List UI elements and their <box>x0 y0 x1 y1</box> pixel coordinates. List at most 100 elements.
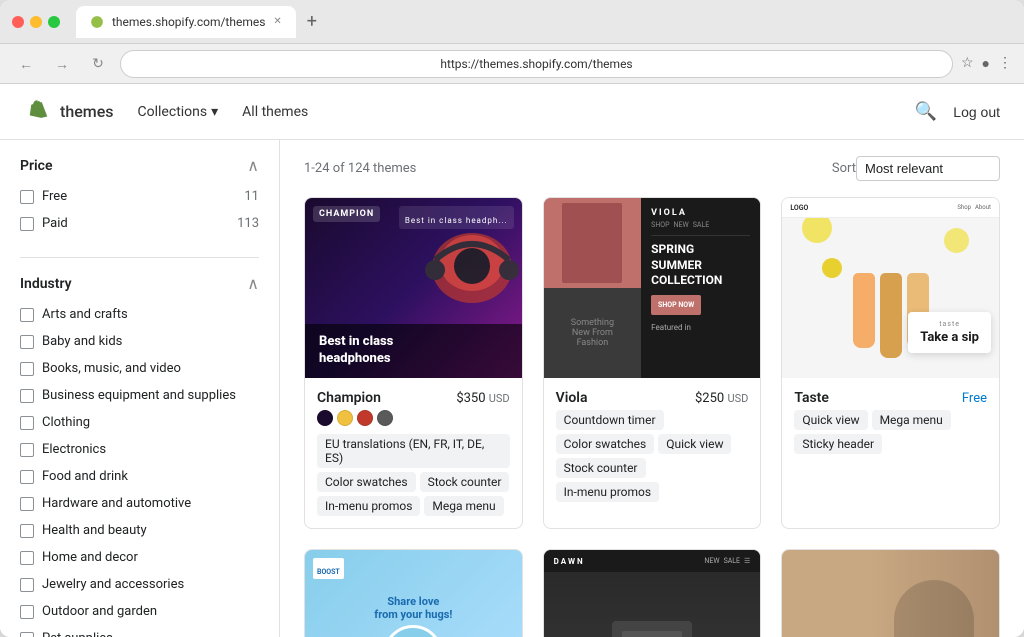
theme-card-boost[interactable]: Share lovefrom your hugs! 🤗 boost 🔍 <box>304 549 523 637</box>
theme-info-taste: Taste Free Quick view Mega menu Sticky h… <box>782 378 999 466</box>
industry-checkbox-12[interactable] <box>20 632 34 637</box>
industry-checkbox-2[interactable] <box>20 362 34 376</box>
industry-checkbox-1[interactable] <box>20 335 34 349</box>
browser-titlebar: themes.shopify.com/themes ✕ + <box>0 0 1024 44</box>
browser-actions: ☆ ● ⋮ <box>961 55 1012 72</box>
free-label: Free <box>42 189 67 204</box>
menu-icon[interactable]: ⋮ <box>998 55 1012 72</box>
tab-close-button[interactable]: ✕ <box>273 16 281 27</box>
industry-items-list: Arts and crafts Baby and kids Books, mus… <box>20 305 259 637</box>
theme-name-taste: Taste <box>794 390 829 406</box>
industry-checkbox-0[interactable] <box>20 308 34 322</box>
industry-checkbox-8[interactable] <box>20 524 34 538</box>
industry-label-6: Food and drink <box>42 469 128 484</box>
color-swatch[interactable] <box>337 410 353 426</box>
theme-card-viola[interactable]: SomethingNew FromFashion VIOLA SHOP NEW <box>543 197 762 529</box>
industry-checkbox-10[interactable] <box>20 578 34 592</box>
industry-checkbox-9[interactable] <box>20 551 34 565</box>
tag: Sticky header <box>794 434 882 454</box>
price-filter-header[interactable]: Price ∧ <box>20 156 259 175</box>
industry-label-7: Hardware and automotive <box>42 496 191 511</box>
industry-label-3: Business equipment and supplies <box>42 388 236 403</box>
theme-name-viola: Viola <box>556 390 588 406</box>
active-tab[interactable]: themes.shopify.com/themes ✕ <box>76 6 296 38</box>
filter-item-industry: Pet supplies <box>20 629 259 637</box>
reload-button[interactable]: ↻ <box>84 50 112 78</box>
champion-hero-text: Best in classheadphones <box>319 334 508 368</box>
filter-item-paid: Paid 113 <box>20 214 259 233</box>
industry-checkbox-5[interactable] <box>20 443 34 457</box>
filter-item-industry: Electronics <box>20 440 259 459</box>
main-content: 1-24 of 124 themes Sort Most relevant Ne… <box>280 140 1024 637</box>
paid-checkbox[interactable] <box>20 217 34 231</box>
logo-text: themes <box>60 102 114 121</box>
back-button[interactable]: ← <box>12 50 40 78</box>
industry-filter-section: Industry ∧ Arts and crafts Baby and kids… <box>20 274 259 637</box>
free-checkbox[interactable] <box>20 190 34 204</box>
filter-item-industry: Business equipment and supplies <box>20 386 259 405</box>
shopify-logo-icon <box>24 98 52 126</box>
industry-checkbox-4[interactable] <box>20 416 34 430</box>
minimize-window-button[interactable] <box>30 16 42 28</box>
free-count: 11 <box>244 189 259 204</box>
tag: In-menu promos <box>556 482 659 502</box>
tab-favicon-icon <box>90 15 104 29</box>
color-swatch[interactable] <box>317 410 333 426</box>
industry-label-0: Arts and crafts <box>42 307 128 322</box>
industry-label-10: Jewelry and accessories <box>42 577 184 592</box>
price-filter-toggle-icon: ∧ <box>247 156 259 175</box>
sort-wrapper: Sort Most relevant Newest Price: Low to … <box>832 156 1000 181</box>
maximize-window-button[interactable] <box>48 16 60 28</box>
filter-item-free: Free 11 <box>20 187 259 206</box>
industry-label-5: Electronics <box>42 442 106 457</box>
industry-filter-toggle-icon: ∧ <box>247 274 259 293</box>
bookmark-icon[interactable]: ☆ <box>961 55 974 72</box>
addressbar-row: ← → ↻ https://themes.shopify.com/themes … <box>0 44 1024 84</box>
industry-checkbox-6[interactable] <box>20 470 34 484</box>
theme-grid: CHAMPION Best in <box>304 197 1000 637</box>
tag: Stock counter <box>420 472 510 492</box>
search-button[interactable]: 🔍 <box>915 101 937 122</box>
account-icon[interactable]: ● <box>982 55 990 72</box>
filter-item-industry: Food and drink <box>20 467 259 486</box>
industry-checkbox-11[interactable] <box>20 605 34 619</box>
industry-label-4: Clothing <box>42 415 90 430</box>
traffic-lights <box>12 16 60 28</box>
theme-card-taste[interactable]: taste Take a sip LOGO Shop About <box>781 197 1000 529</box>
color-swatch[interactable] <box>377 410 393 426</box>
close-window-button[interactable] <box>12 16 24 28</box>
filter-item-industry: Books, music, and video <box>20 359 259 378</box>
all-themes-nav-link[interactable]: All themes <box>242 104 308 120</box>
theme-tags-champion: EU translations (EN, FR, IT, DE, ES) Col… <box>317 434 510 516</box>
collections-nav-link[interactable]: Collections ▾ <box>138 104 219 120</box>
nav-links: Collections ▾ All themes <box>138 104 891 120</box>
app-container: themes Collections ▾ All themes 🔍 Log ou… <box>0 84 1024 637</box>
theme-tags-taste: Quick view Mega menu Sticky header <box>794 410 987 454</box>
theme-card-champion[interactable]: CHAMPION Best in <box>304 197 523 529</box>
industry-checkbox-3[interactable] <box>20 389 34 403</box>
theme-card-dawn[interactable]: DAWN NEW SALE ☰ <box>543 549 762 637</box>
industry-filter-header[interactable]: Industry ∧ <box>20 274 259 293</box>
logout-button[interactable]: Log out <box>953 104 1000 120</box>
theme-preview-dawn: DAWN NEW SALE ☰ <box>544 550 761 637</box>
forward-button[interactable]: → <box>48 50 76 78</box>
theme-card-villa[interactable]: Best-selling classics Villa <box>781 549 1000 637</box>
tag: Mega menu <box>424 496 503 516</box>
sort-dropdown[interactable]: Most relevant Newest Price: Low to High … <box>856 156 1000 181</box>
industry-checkbox-7[interactable] <box>20 497 34 511</box>
address-bar[interactable]: https://themes.shopify.com/themes <box>120 50 953 78</box>
nav-right: 🔍 Log out <box>915 101 1000 122</box>
industry-label-1: Baby and kids <box>42 334 122 349</box>
sort-label: Sort <box>832 161 856 176</box>
tab-label: themes.shopify.com/themes <box>112 15 265 29</box>
paid-count: 113 <box>237 216 259 231</box>
browser-window: themes.shopify.com/themes ✕ + ← → ↻ http… <box>0 0 1024 637</box>
theme-tags-viola: Countdown timer Color swatches Quick vie… <box>556 410 749 502</box>
new-tab-button[interactable]: + <box>300 10 324 34</box>
color-swatch[interactable] <box>357 410 373 426</box>
theme-preview-viola: SomethingNew FromFashion VIOLA SHOP NEW <box>544 198 761 378</box>
theme-price-taste: Free <box>962 391 987 406</box>
filter-item-industry: Hardware and automotive <box>20 494 259 513</box>
tag: EU translations (EN, FR, IT, DE, ES) <box>317 434 510 468</box>
logo-area: themes <box>24 98 114 126</box>
